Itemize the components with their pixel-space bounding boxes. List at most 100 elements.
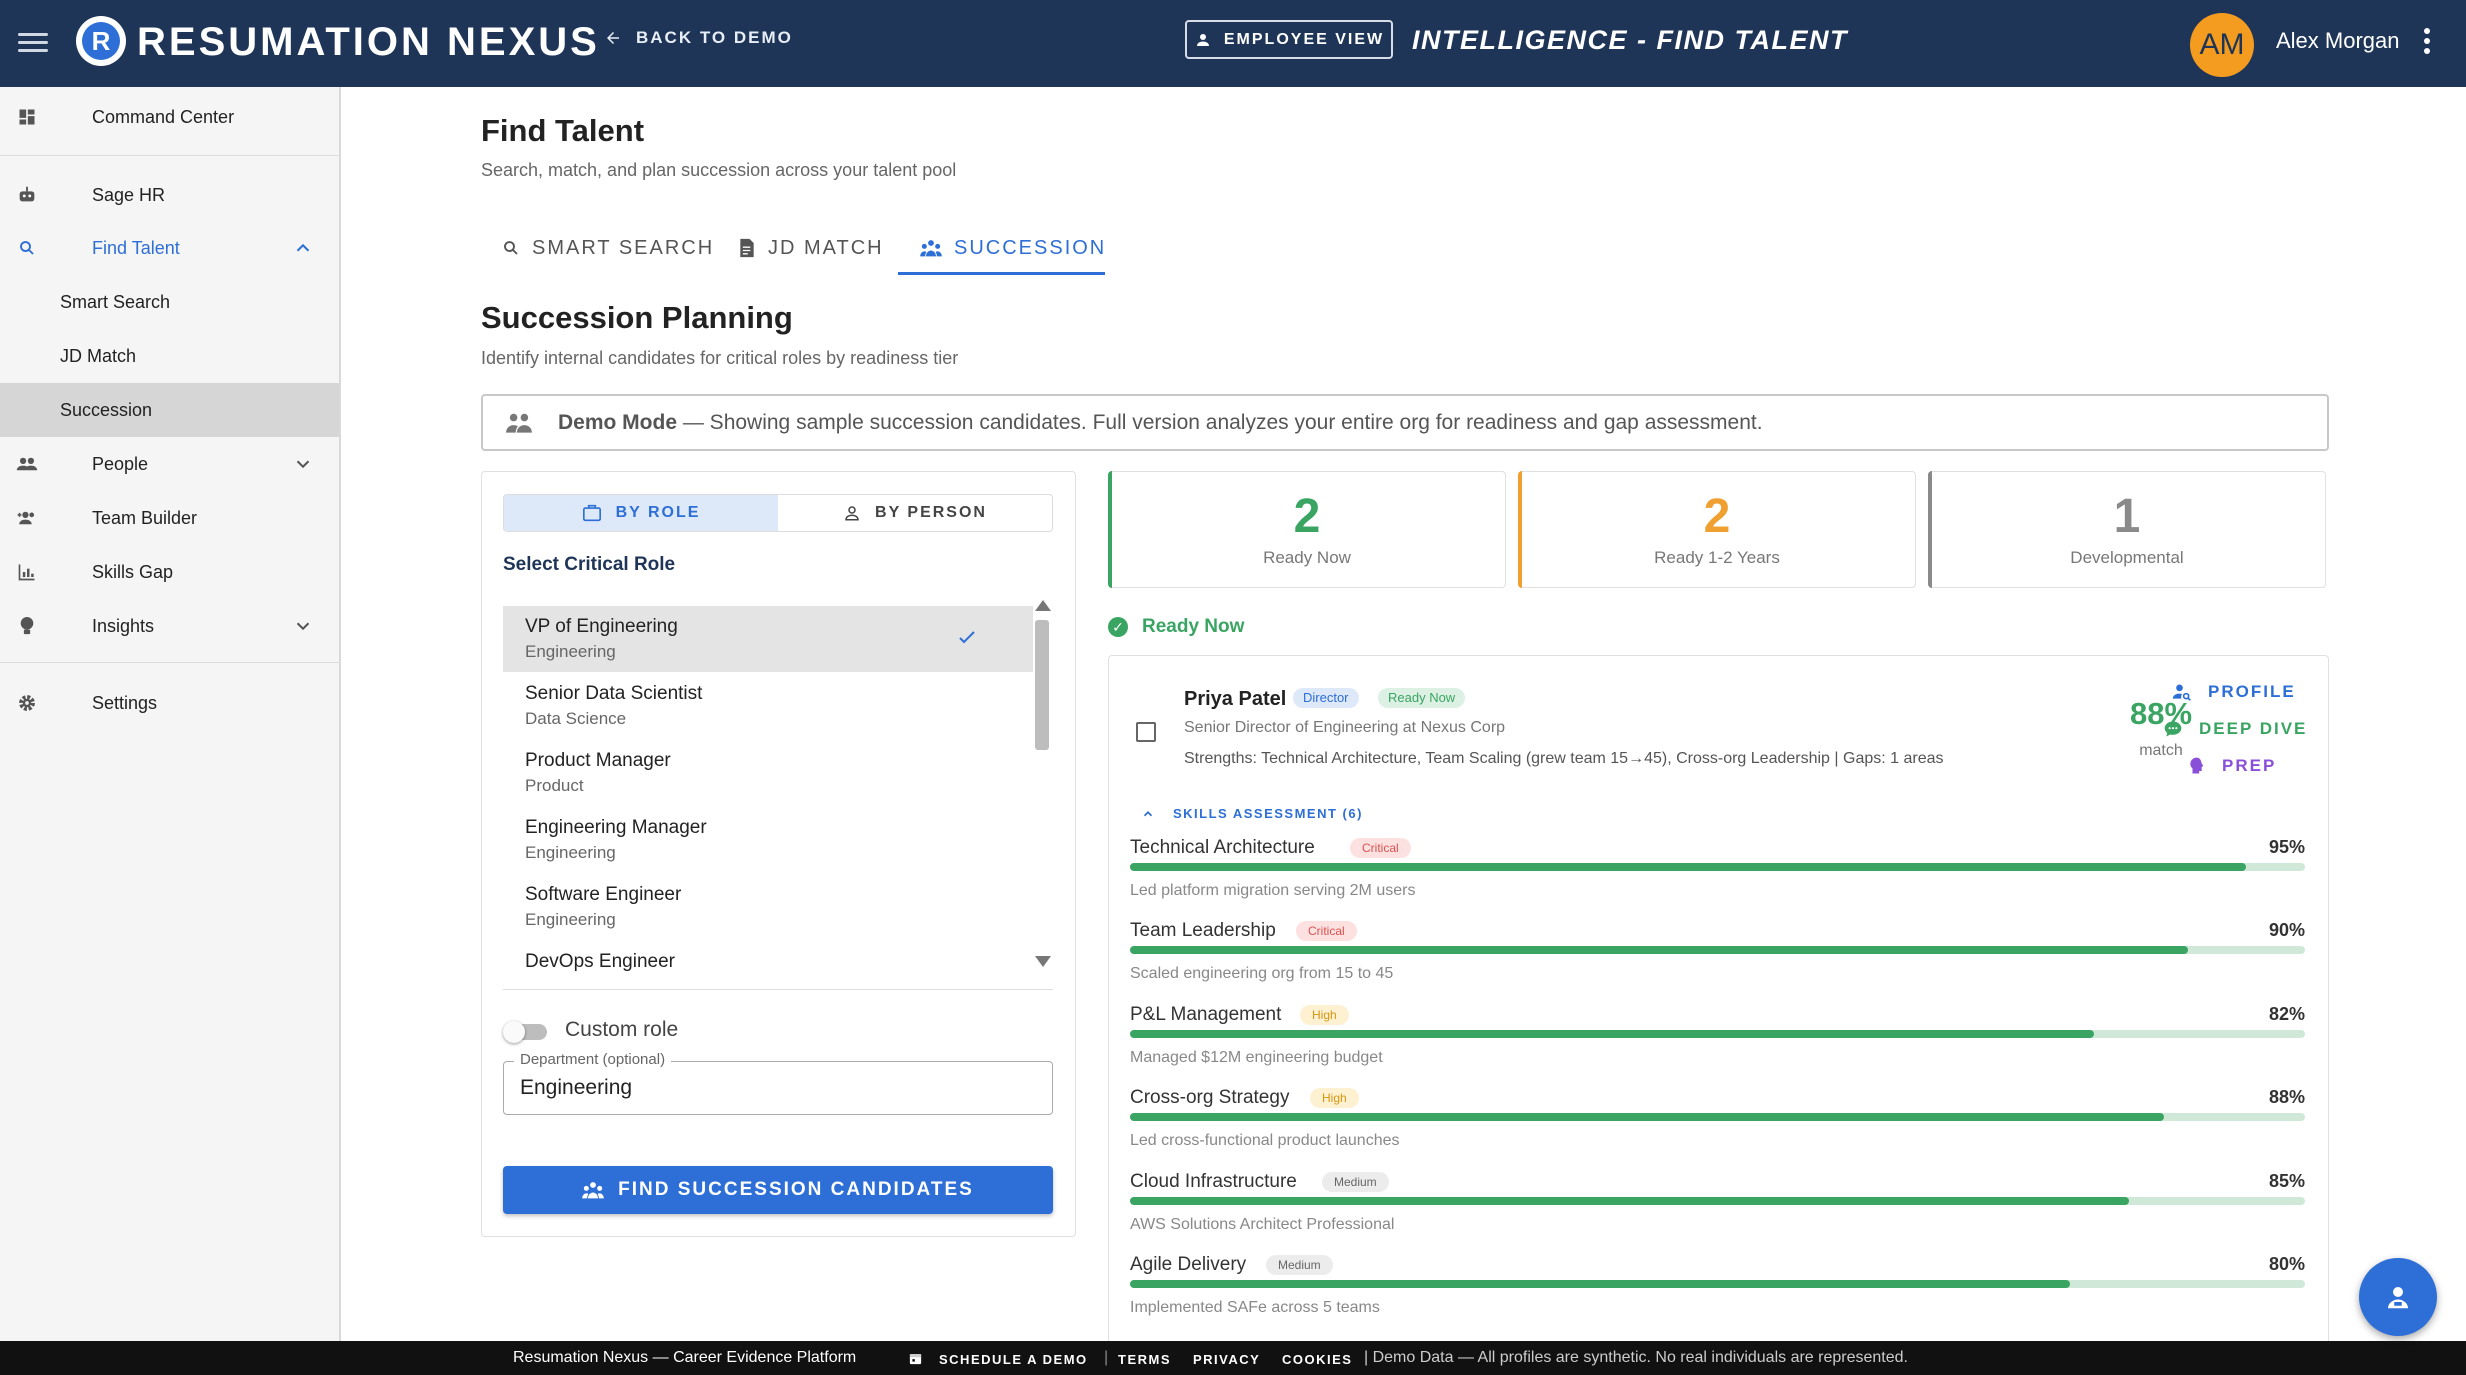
candidate-checkbox[interactable]: [1136, 722, 1156, 742]
stat-label: Developmental: [2070, 548, 2184, 567]
skill-row: Technical Architecture Critical 95% Led pla…: [1130, 837, 2305, 917]
user-name[interactable]: Alex Morgan: [2276, 26, 2400, 56]
lightbulb-icon: [16, 615, 38, 637]
chevron-down-icon: [292, 453, 314, 475]
skill-evidence: Scaled engineering org from 15 to 45: [1130, 965, 1394, 983]
by-person-toggle[interactable]: BY PERSON: [778, 495, 1052, 531]
skill-level-chip: Critical: [1350, 838, 1411, 858]
demo-mode-text: Demo Mode — Showing sample succession ca…: [558, 411, 1763, 435]
sidebar-item-insights[interactable]: Insights: [0, 599, 339, 653]
role-list-scrollbar[interactable]: [1035, 620, 1049, 750]
sidebar-item-succession[interactable]: Succession: [0, 383, 339, 437]
schedule-demo-link[interactable]: SCHEDULE A DEMO: [939, 1351, 1088, 1369]
sidebar-item-people[interactable]: People: [0, 437, 339, 491]
sidebar-item-label: Sage HR: [92, 184, 166, 205]
skill-progress-fill: [1130, 1196, 2129, 1205]
psychology-icon: [2190, 757, 2204, 774]
section-subtitle: Identify internal candidates for critica…: [481, 348, 959, 368]
tab-label: SMART SEARCH: [532, 236, 715, 259]
skill-level-chip: High: [1310, 1088, 1359, 1109]
sidebar-item-label: Smart Search: [60, 291, 171, 312]
role-list[interactable]: VP of Engineering Engineering Senior Dat…: [503, 606, 1033, 982]
department-input[interactable]: [520, 1076, 1020, 1100]
group-icon: [582, 1182, 604, 1199]
divider: [0, 662, 339, 663]
deep-dive-label: DEEP DIVE: [2199, 719, 2308, 738]
deep-dive-button[interactable]: DEEP DIVE: [2163, 719, 2307, 739]
skill-name: Team Leadership: [1130, 920, 1276, 942]
brand-name[interactable]: RESUMATION NEXUS: [137, 14, 600, 70]
skill-progress-track: [1130, 863, 2305, 871]
role-item-devops-engineer[interactable]: DevOps Engineer: [503, 941, 1033, 982]
role-item-senior-data-scientist[interactable]: Senior Data Scientist Data Science: [503, 673, 1033, 739]
skill-name: Cross-org Strategy: [1130, 1087, 1290, 1109]
select-role-label: Select Critical Role: [503, 554, 676, 575]
by-person-label: BY PERSON: [875, 504, 987, 521]
person-icon: [845, 506, 859, 521]
skill-level-chip: Critical: [1296, 921, 1357, 942]
cookies-link[interactable]: COOKIES: [1282, 1351, 1352, 1369]
sidebar-item-team-builder[interactable]: Team Builder: [0, 491, 339, 545]
find-succession-candidates-button[interactable]: FIND SUCCESSION CANDIDATES: [503, 1166, 1053, 1214]
sidebar-item-skills-gap[interactable]: Skills Gap: [0, 545, 339, 599]
tab-jd-match[interactable]: JD MATCH: [738, 222, 884, 274]
tab-smart-search[interactable]: SMART SEARCH: [502, 222, 714, 274]
sidebar-item-settings[interactable]: Settings: [0, 676, 339, 730]
role-item-product-manager[interactable]: Product Manager Product: [503, 740, 1033, 806]
search-icon: [16, 237, 38, 259]
group-add-icon: [16, 507, 38, 529]
terms-link[interactable]: TERMS: [1118, 1351, 1171, 1369]
by-role-toggle[interactable]: BY ROLE: [504, 495, 778, 531]
tier-label: Ready Now: [1142, 616, 1245, 637]
skill-progress-fill: [1130, 946, 2188, 955]
profile-button[interactable]: PROFILE: [2172, 682, 2296, 702]
role-item-software-engineer[interactable]: Software Engineer Engineering: [503, 874, 1033, 940]
skill-level-chip: Medium: [1322, 1171, 1389, 1192]
sidebar-item-find-talent[interactable]: Find Talent: [0, 221, 339, 275]
stat-developmental: 1 Developmental: [1928, 471, 2326, 588]
candidate-card: Priya Patel Director Ready Now Senior Di…: [1108, 655, 2329, 1355]
assistant-fab[interactable]: [2359, 1258, 2437, 1336]
sidebar-item-label: Settings: [92, 692, 158, 713]
role-item-vp-engineering[interactable]: VP of Engineering Engineering: [503, 606, 1033, 672]
chat-icon: [2164, 721, 2182, 737]
sidebar-item-jd-match[interactable]: JD Match: [0, 329, 339, 383]
role-title: Engineering Manager: [525, 817, 707, 838]
skill-name: Cloud Infrastructure: [1130, 1170, 1297, 1192]
sidebar-item-smart-search[interactable]: Smart Search: [0, 275, 339, 329]
role-item-engineering-manager[interactable]: Engineering Manager Engineering: [503, 807, 1033, 873]
candidate-title: Senior Director of Engineering at Nexus …: [1184, 719, 1506, 736]
status-chip: Ready Now: [1378, 688, 1466, 708]
chevron-up-icon: [292, 237, 314, 259]
skill-evidence: Implemented SAFe across 5 teams: [1130, 1299, 1380, 1316]
privacy-link[interactable]: PRIVACY: [1193, 1351, 1260, 1369]
divider: [0, 155, 339, 156]
back-to-demo-link[interactable]: BACK TO DEMO: [604, 26, 793, 50]
prep-button[interactable]: PREP: [2188, 756, 2276, 776]
scroll-down-icon[interactable]: [1035, 956, 1051, 967]
scroll-up-icon[interactable]: [1035, 600, 1051, 611]
skills-assessment-toggle[interactable]: SKILLS ASSESSMENT (6): [1141, 806, 1363, 821]
skill-progress-track: [1130, 1280, 2305, 1288]
stat-label: Ready 1-2 Years: [1654, 548, 1780, 567]
custom-role-switch[interactable]: [503, 1021, 549, 1043]
prep-label: PREP: [2222, 756, 2277, 775]
menu-icon[interactable]: [18, 28, 48, 58]
skill-name: Agile Delivery: [1130, 1254, 1247, 1275]
skill-row: Cross-org Strategy High 88% Led cross-funct…: [1130, 1087, 2305, 1167]
more-vert-icon[interactable]: [2424, 28, 2432, 58]
sidebar-item-sage-hr[interactable]: Sage HR: [0, 168, 339, 222]
department-field[interactable]: Department (optional): [503, 1051, 1053, 1115]
tab-succession[interactable]: SUCCESSION: [920, 222, 1106, 274]
avatar[interactable]: AM: [2190, 13, 2254, 77]
sidebar-item-command-center[interactable]: Command Center: [0, 90, 339, 144]
skill-progress-fill: [1130, 1029, 2094, 1038]
skill-progress-fill: [1130, 1280, 2070, 1288]
employee-view-button[interactable]: EMPLOYEE VIEW: [1185, 20, 1393, 59]
badge-icon: [1196, 33, 1209, 46]
skills-assessment-label: SKILLS ASSESSMENT (6): [1173, 806, 1363, 821]
calendar-icon: [909, 1354, 922, 1365]
footer-platform: Resumation Nexus — Career Evidence Platf…: [513, 1349, 857, 1366]
logo-icon[interactable]: R: [76, 16, 126, 66]
role-dept: Engineering: [525, 642, 616, 661]
